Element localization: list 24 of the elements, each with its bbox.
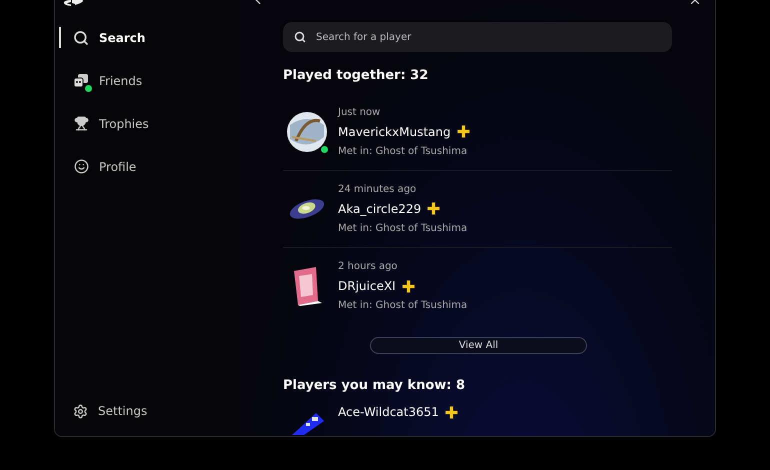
- last-played-time: Just now: [338, 106, 382, 120]
- player-name[interactable]: MaverickxMustang: [338, 122, 451, 140]
- settings-icon: [73, 404, 88, 418]
- search-field[interactable]: Search for a player: [283, 22, 672, 52]
- met-in-text: Met in: Ghost of Tsushima: [338, 144, 468, 158]
- last-played-time: 24 minutes ago: [338, 182, 418, 196]
- trophy-icon: [74, 116, 88, 131]
- sidebar-item[interactable]: Profile: [59, 156, 238, 177]
- search-icon: [73, 30, 89, 46]
- section-title: Players you may know: 8: [283, 376, 466, 394]
- search-icon: [294, 31, 306, 43]
- smiley-face-icon: [74, 159, 88, 174]
- sidebar-item[interactable]: Trophies: [59, 113, 238, 134]
- met-in-text: Met in: Ghost of Tsushima: [338, 222, 468, 236]
- player-name[interactable]: Ace-Wildcat3651: [338, 403, 439, 421]
- last-played-time: 2 hours ago: [338, 260, 398, 274]
- player-name[interactable]: Aka_circle229: [338, 200, 422, 218]
- settings-link[interactable]: Settings: [98, 402, 148, 420]
- view-all-button[interactable]: View All: [370, 336, 587, 354]
- player-name[interactable]: DRjuiceXI: [338, 277, 396, 295]
- sidebar-item[interactable]: Friends: [59, 70, 238, 91]
- friends-icon: [73, 72, 89, 88]
- section-title: Played together: 32: [283, 67, 430, 85]
- met-in-text: Met in: Ghost of Tsushima: [338, 299, 468, 313]
